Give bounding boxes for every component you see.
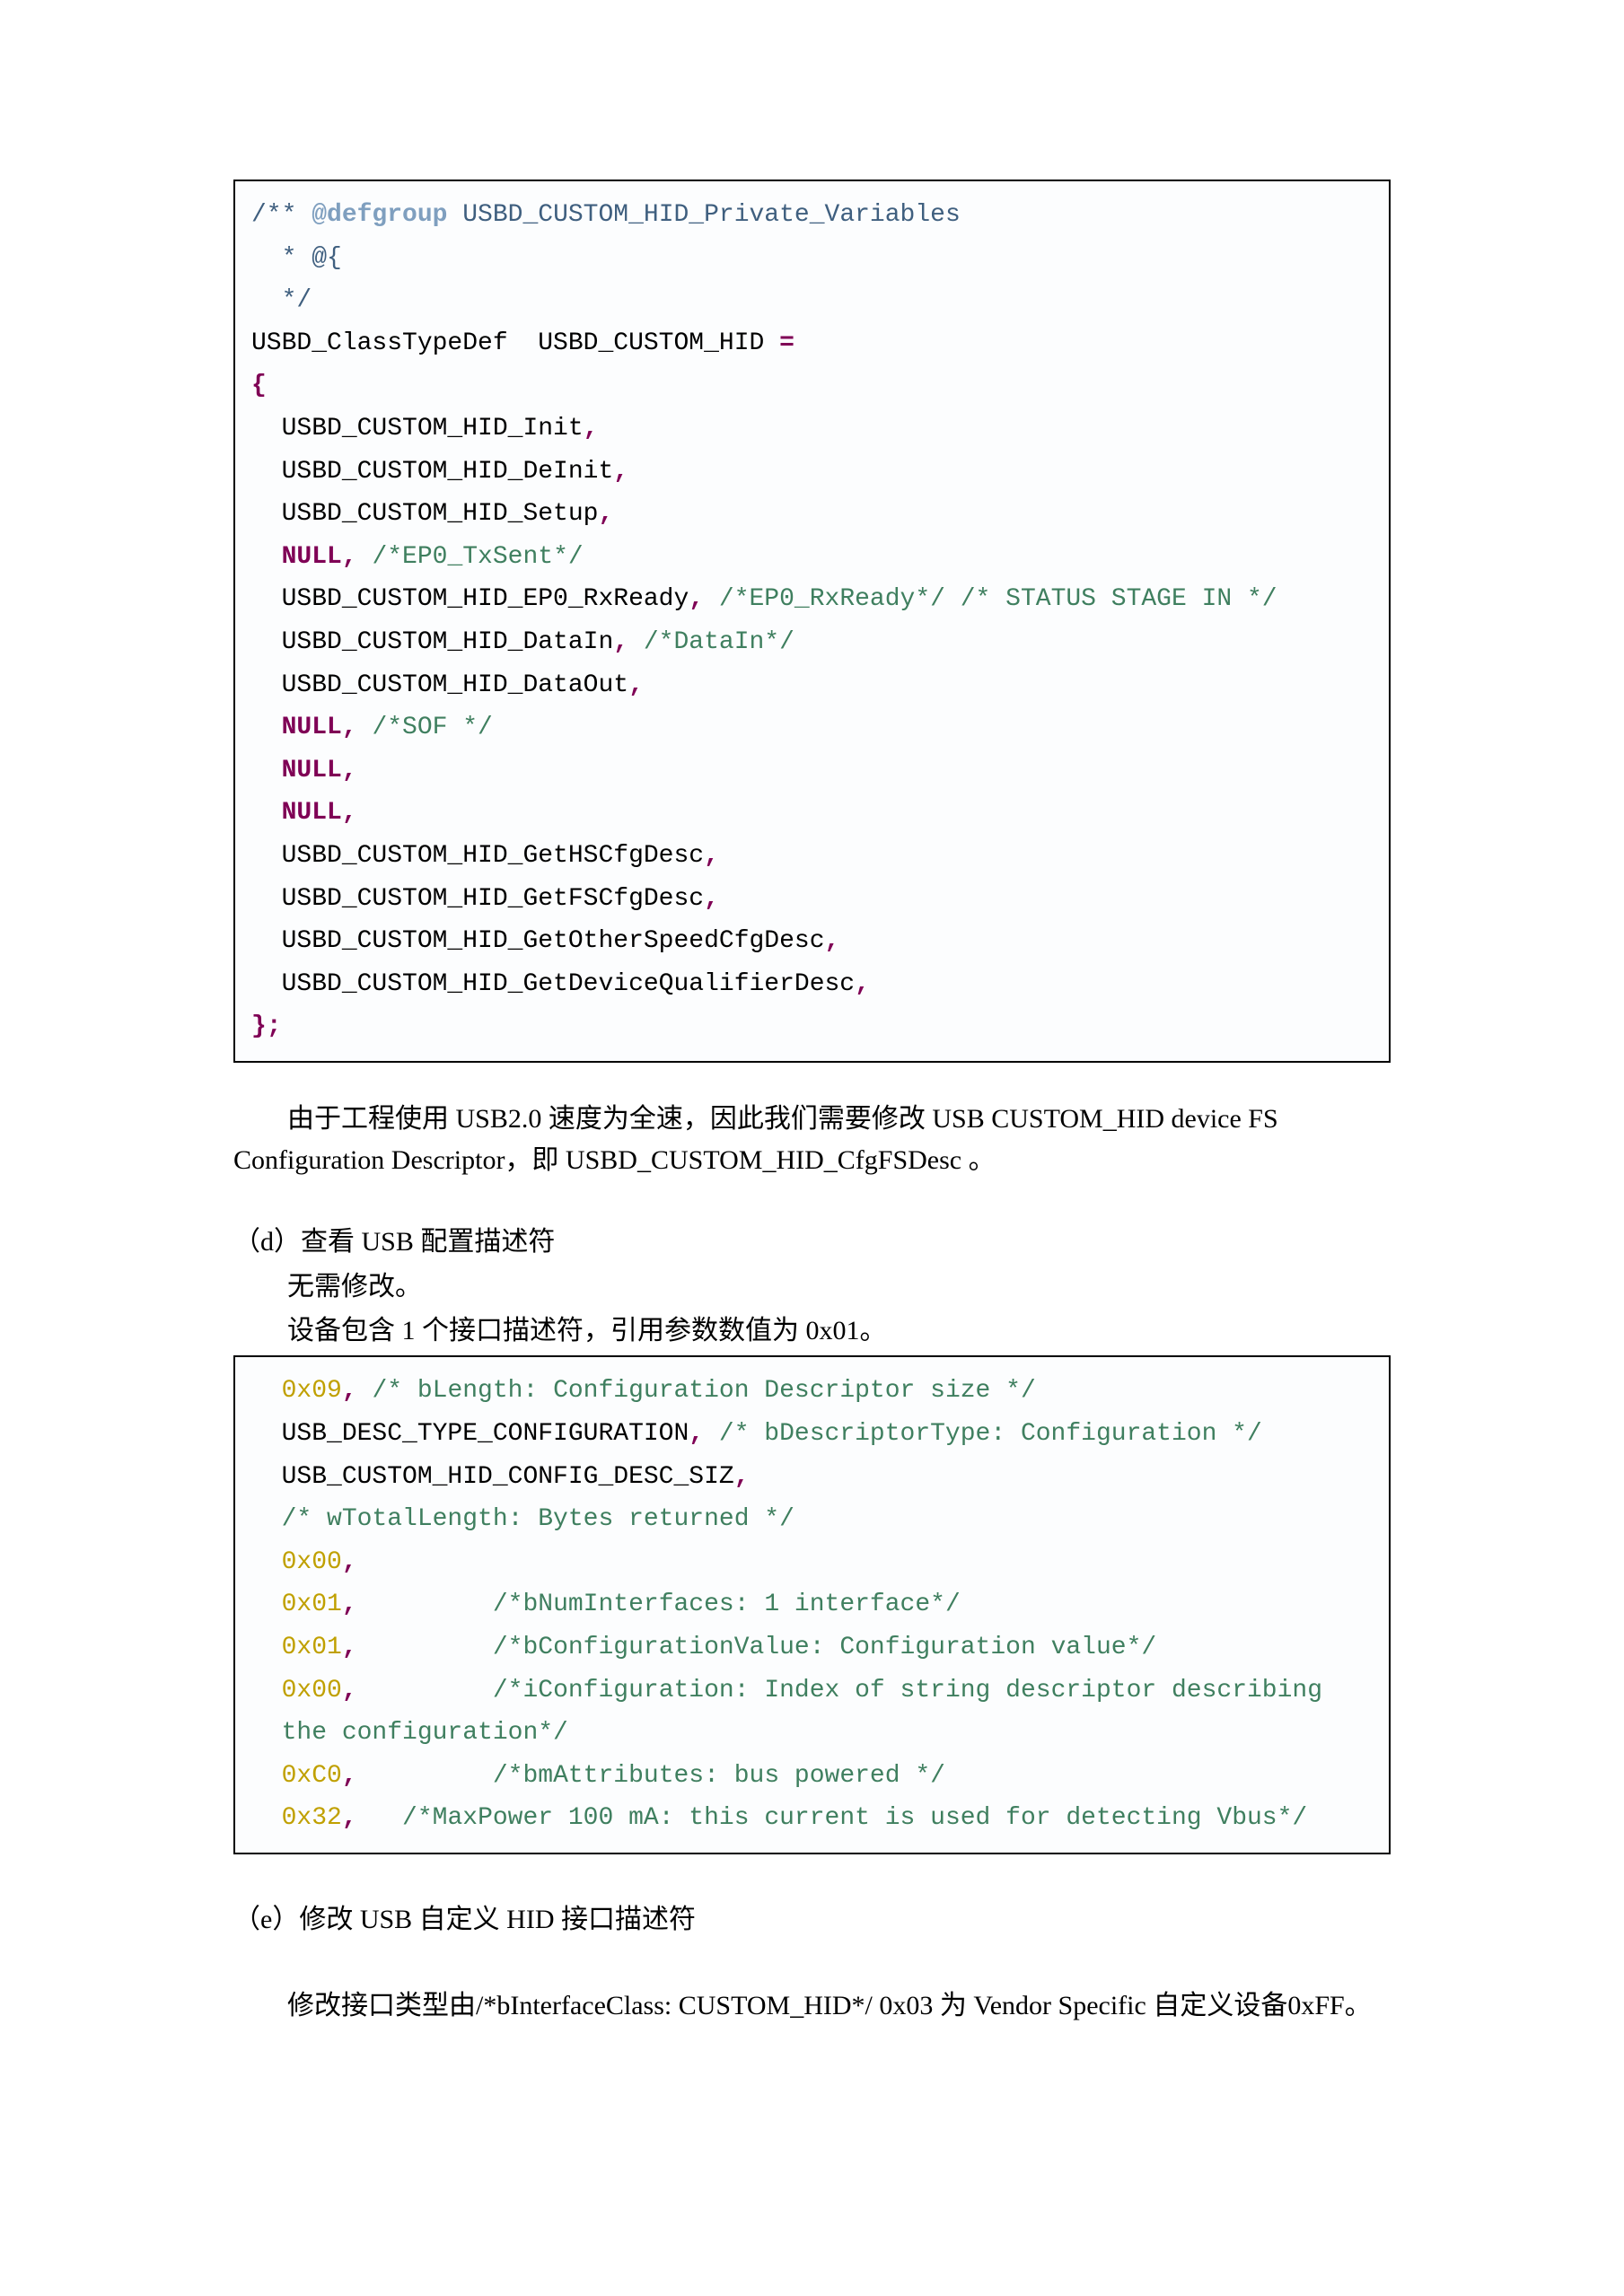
code-text: /*DataIn*/: [644, 628, 794, 656]
code-text: ,: [342, 1548, 357, 1576]
code-text: [251, 1634, 282, 1661]
code-text: [251, 1762, 282, 1790]
code-text: ,: [342, 1591, 357, 1618]
heading-d: （d）查看 USB 配置描述符: [233, 1222, 1391, 1264]
code-text: /*MaxPower 100 mA: this current is used …: [357, 1804, 1308, 1832]
code-text: ,: [613, 628, 644, 656]
code-text: USBD_CUSTOM_HID_DeInit: [251, 458, 613, 486]
code-text: /*bNumInterfaces: 1 interface*/: [357, 1591, 961, 1618]
code-text: ,: [689, 585, 719, 613]
code-text: 0x00: [282, 1548, 342, 1576]
code-text: [251, 1548, 282, 1576]
code-text: USBD_CUSTOM_HID_GetDeviceQualifierDesc: [251, 970, 855, 998]
code-text: [251, 1591, 282, 1618]
code-text: ,: [598, 500, 613, 528]
code-text: ,: [342, 757, 357, 784]
code-text: /* bDescriptorType: Configuration */: [719, 1420, 1262, 1448]
code-text: USBD_ClassTypeDef USBD_CUSTOM_HID: [251, 329, 779, 357]
code-text: USBD_CUSTOM_HID_GetOtherSpeedCfgDesc: [251, 927, 825, 955]
code-text: };: [251, 1012, 282, 1040]
code-text: ,: [734, 1463, 750, 1491]
code-text: NULL: [282, 757, 342, 784]
code-text: @defgroup: [312, 201, 447, 229]
paragraph-interface-class: 修改接口类型由/*bInterfaceClass: CUSTOM_HID*/ 0…: [233, 1985, 1391, 2028]
code-text: NULL: [282, 543, 342, 571]
code-text: USBD_CUSTOM_HID_DataOut: [251, 671, 628, 699]
code-text: [945, 585, 961, 613]
code-text: {: [251, 372, 267, 399]
code-text: =: [779, 329, 794, 357]
code-text: /* wTotalLength: Bytes returned */: [251, 1505, 794, 1533]
code-text: ,: [584, 415, 599, 443]
code-text: ,: [342, 1762, 357, 1790]
code-text: ,: [342, 1804, 357, 1832]
code-text: [251, 757, 282, 784]
code-text: [251, 543, 282, 571]
code-text: [251, 1377, 282, 1405]
code-text: 0x01: [282, 1591, 342, 1618]
code-text: USBD_CUSTOM_HID_EP0_RxReady: [251, 585, 689, 613]
code-text: 0xC0: [282, 1762, 342, 1790]
code-text: /*bConfigurationValue: Configuration val…: [357, 1634, 1157, 1661]
sub-line-no-modify: 无需修改。: [233, 1266, 1391, 1309]
document-page: /** @defgroup USBD_CUSTOM_HID_Private_Va…: [0, 0, 1624, 2296]
code-text: USBD_CUSTOM_HID_Private_Variables: [447, 201, 960, 229]
code-text: /* bLength: Configuration Descriptor siz…: [372, 1377, 1035, 1405]
code-text: NULL: [282, 714, 342, 741]
code-text: the configuration*/: [251, 1719, 568, 1747]
code-block-usbd-class: /** @defgroup USBD_CUSTOM_HID_Private_Va…: [233, 180, 1391, 1063]
code-text: USBD_CUSTOM_HID_GetHSCfgDesc: [251, 842, 704, 870]
code-text: * @{: [251, 244, 342, 272]
code-text: ,: [704, 885, 719, 913]
heading-e: （e）修改 USB 自定义 HID 接口描述符: [233, 1899, 1391, 1941]
code-text: USBD_CUSTOM_HID_Init: [251, 415, 584, 443]
code-text: USB_DESC_TYPE_CONFIGURATION: [251, 1420, 689, 1448]
code-text: ,: [704, 842, 719, 870]
code-text: /*SOF */: [372, 714, 492, 741]
code-text: ,: [342, 543, 373, 571]
code-text: 0x00: [282, 1677, 342, 1704]
code-text: ,: [342, 714, 373, 741]
code-text: ,: [855, 970, 870, 998]
code-text: ,: [342, 1377, 373, 1405]
code-text: USBD_CUSTOM_HID_GetFSCfgDesc: [251, 885, 704, 913]
code-text: /**: [251, 201, 312, 229]
code-text: 0x01: [282, 1634, 342, 1661]
code-text: /*EP0_TxSent*/: [372, 543, 583, 571]
code-text: USBD_CUSTOM_HID_DataIn: [251, 628, 613, 656]
code-text: [251, 799, 282, 827]
code-text: /*EP0_RxReady*/: [719, 585, 945, 613]
code-block-config-descriptor: 0x09, /* bLength: Configuration Descript…: [233, 1355, 1391, 1854]
code-text: ,: [342, 1677, 357, 1704]
code-text: ,: [825, 927, 840, 955]
code-text: [251, 1677, 282, 1704]
code-text: ,: [613, 458, 628, 486]
code-text: 0x32: [282, 1804, 342, 1832]
sub-line-interface-count: 设备包含 1 个接口描述符，引用参数数值为 0x01。: [233, 1310, 1391, 1353]
code-text: 0x09: [282, 1377, 342, 1405]
code-text: ,: [342, 799, 357, 827]
code-text: ,: [689, 1420, 719, 1448]
code-text: /* STATUS STAGE IN */: [961, 585, 1277, 613]
code-text: /*iConfiguration: Index of string descri…: [357, 1677, 1322, 1704]
code-text: USB_CUSTOM_HID_CONFIG_DESC_SIZ: [251, 1463, 734, 1491]
code-text: [251, 1804, 282, 1832]
paragraph-fs-config: 由于工程使用 USB2.0 速度为全速，因此我们需要修改 USB CUSTOM_…: [233, 1099, 1391, 1182]
code-text: USBD_CUSTOM_HID_Setup: [251, 500, 598, 528]
code-text: ,: [628, 671, 644, 699]
code-text: */: [251, 286, 312, 314]
code-text: [251, 714, 282, 741]
code-text: /*bmAttributes: bus powered */: [357, 1762, 945, 1790]
code-text: ,: [342, 1634, 357, 1661]
code-text: NULL: [282, 799, 342, 827]
